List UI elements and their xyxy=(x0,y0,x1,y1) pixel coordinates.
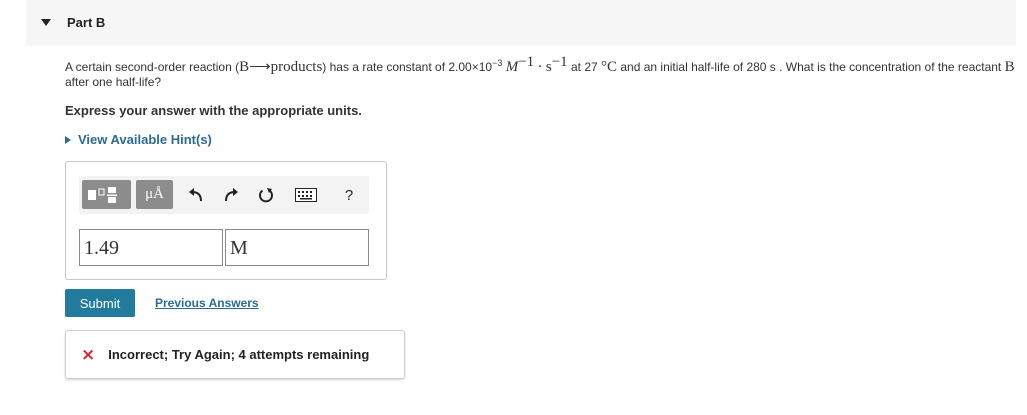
incorrect-x-icon: × xyxy=(81,344,96,365)
collapse-caret-icon[interactable] xyxy=(41,19,51,26)
answer-value-input[interactable]: 1.49 xyxy=(79,229,223,266)
feedback-text: Incorrect; Try Again; 4 attempts remaini… xyxy=(108,347,370,362)
keyboard-icon[interactable] xyxy=(293,183,319,207)
redo-icon[interactable] xyxy=(219,183,243,207)
expand-triangle-icon xyxy=(65,135,71,144)
question-text: A certain second-order reaction (B⟶produ… xyxy=(65,54,1015,90)
templates-button[interactable] xyxy=(82,180,131,209)
feedback-box: × Incorrect; Try Again; 4 attempts remai… xyxy=(65,330,405,379)
previous-answers-link[interactable]: Previous Answers xyxy=(155,296,259,310)
templates-icon xyxy=(88,187,117,203)
part-header[interactable] xyxy=(26,0,1016,46)
units-button[interactable]: μÅ xyxy=(136,180,173,209)
answer-units-input[interactable]: M xyxy=(225,229,369,266)
part-title: Part B xyxy=(67,15,106,30)
instructions-text: Express your answer with the appropriate… xyxy=(65,103,362,118)
help-button[interactable]: ? xyxy=(337,183,361,207)
submit-button[interactable]: Submit xyxy=(65,289,135,317)
reset-icon[interactable] xyxy=(254,183,278,207)
answer-box: μÅ ? 1.49 M xyxy=(65,161,387,280)
view-hints-link[interactable]: View Available Hint(s) xyxy=(65,132,212,147)
math-toolbar: μÅ ? xyxy=(79,176,369,214)
undo-icon[interactable] xyxy=(184,183,208,207)
